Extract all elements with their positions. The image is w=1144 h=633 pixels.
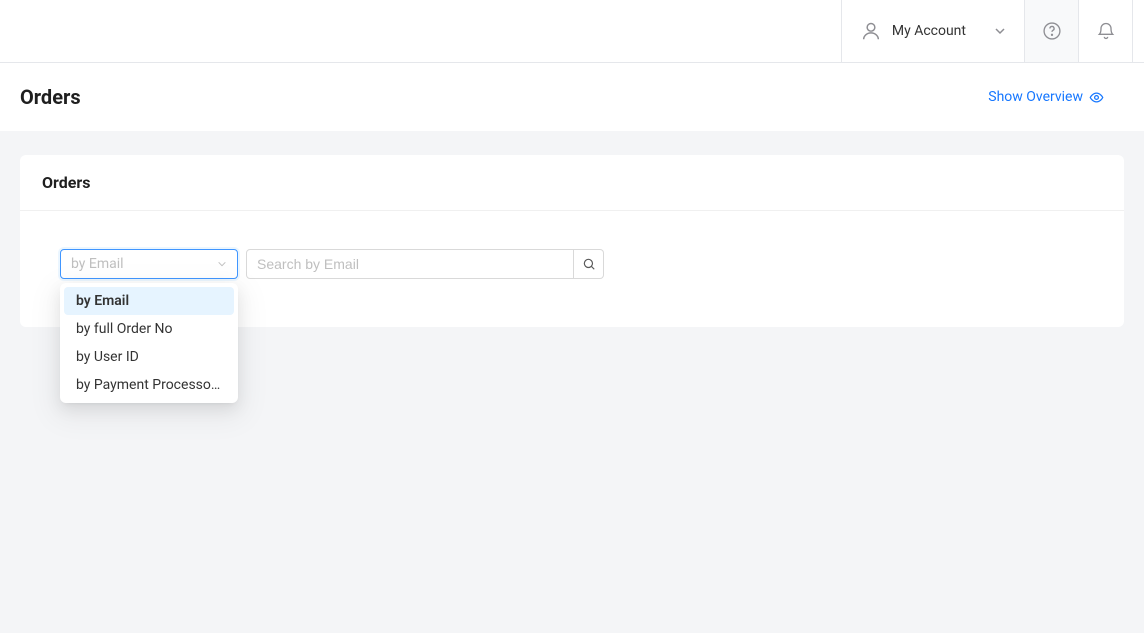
account-label: My Account (892, 23, 966, 39)
search-icon (582, 257, 596, 271)
user-icon (860, 20, 882, 42)
card-title: Orders (42, 173, 1102, 192)
search-type-dropdown: by Email by full Order No by User ID by … (60, 283, 238, 403)
search-button[interactable] (574, 249, 604, 279)
search-input[interactable] (246, 249, 574, 279)
search-group (246, 249, 604, 279)
title-bar: Orders Show Overview (0, 63, 1144, 131)
search-type-select[interactable]: by Email (60, 249, 238, 279)
card-body: by Email by Email by full Order No (20, 211, 1124, 327)
dropdown-option-email[interactable]: by Email (64, 287, 234, 315)
page-title: Orders (20, 85, 81, 109)
orders-card: Orders by Email by (20, 155, 1124, 327)
content-wrapper: Orders by Email by (0, 131, 1144, 351)
show-overview-link[interactable]: Show Overview (988, 89, 1104, 105)
dropdown-option-payment-processor[interactable]: by Payment Processor Transaction ID (64, 371, 234, 399)
bell-icon (1096, 21, 1116, 41)
dropdown-option-order-no[interactable]: by full Order No (64, 315, 234, 343)
chevron-down-icon (217, 259, 227, 269)
my-account-dropdown[interactable]: My Account (841, 0, 1024, 62)
chevron-down-icon (994, 25, 1006, 37)
help-icon (1042, 21, 1062, 41)
notifications-button[interactable] (1078, 0, 1132, 62)
eye-icon (1089, 90, 1104, 105)
help-button[interactable] (1024, 0, 1078, 62)
select-value: by Email (71, 256, 124, 272)
overview-link-label: Show Overview (988, 89, 1083, 105)
card-header: Orders (20, 155, 1124, 211)
header-right-border (1132, 0, 1144, 62)
dropdown-option-user-id[interactable]: by User ID (64, 343, 234, 371)
top-header: My Account (0, 0, 1144, 63)
